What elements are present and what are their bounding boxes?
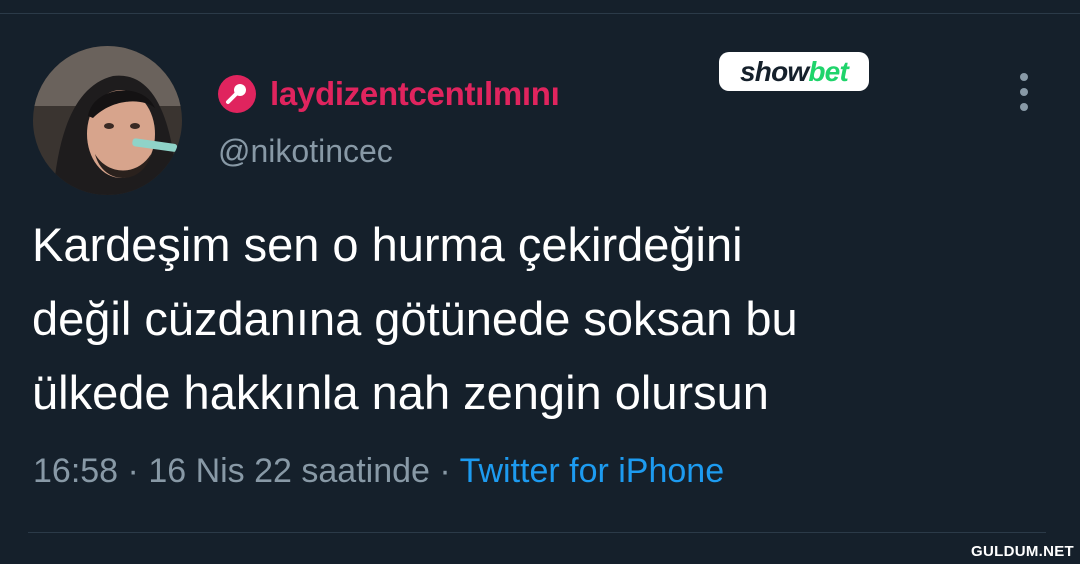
more-options-button[interactable] bbox=[1010, 72, 1038, 112]
user-handle[interactable]: @nikotincec bbox=[218, 133, 393, 170]
more-dot-icon bbox=[1020, 88, 1028, 96]
tweet-time[interactable]: 16:58 bbox=[33, 452, 118, 490]
watermark-logo: show bet bbox=[719, 52, 869, 91]
tweet-source-link[interactable]: Twitter for iPhone bbox=[460, 452, 725, 490]
meta-separator: · bbox=[118, 452, 149, 490]
display-name-row[interactable]: laydizentcentılmını bbox=[217, 72, 560, 116]
meta-separator: · bbox=[429, 452, 460, 490]
tweet-text: Kardeşim sen o hurma çekirdeğini değil c… bbox=[32, 208, 1042, 430]
site-watermark: GULDUM.NET bbox=[971, 543, 1074, 560]
watermark-part-2: bet bbox=[808, 55, 848, 87]
avatar[interactable] bbox=[33, 46, 182, 195]
top-divider bbox=[0, 13, 1080, 14]
display-name[interactable]: laydizentcentılmını bbox=[270, 75, 560, 113]
tweet-line: Kardeşim sen o hurma çekirdeğini bbox=[32, 218, 743, 271]
tweet-meta: 16:58 · 16 Nis 22 saatinde · Twitter for… bbox=[33, 452, 724, 491]
bottom-divider bbox=[28, 532, 1046, 533]
more-dot-icon bbox=[1020, 103, 1028, 111]
avatar-photo bbox=[33, 46, 182, 195]
tweet-line: değil cüzdanına götünede soksan bu bbox=[32, 292, 798, 345]
watermark-part-1: show bbox=[740, 55, 809, 87]
tweet-line: ülkede hakkınla nah zengin olursun bbox=[32, 366, 769, 419]
tweet-date[interactable]: 16 Nis 22 saatinde bbox=[148, 452, 430, 490]
more-dot-icon bbox=[1020, 73, 1028, 81]
microphone-icon bbox=[217, 74, 257, 114]
